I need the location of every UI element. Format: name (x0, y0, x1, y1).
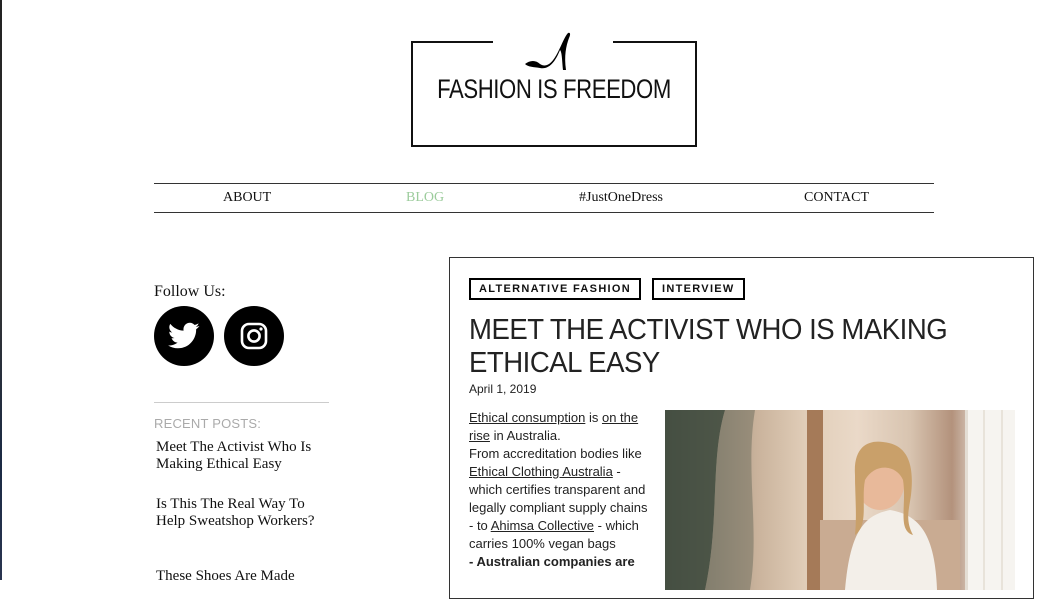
link-ethical-clothing-australia[interactable]: Ethical Clothing Australia (469, 464, 613, 479)
article-date: April 1, 2019 (469, 382, 537, 396)
nav-blog[interactable]: BLOG (406, 190, 444, 206)
recent-post-link[interactable]: Meet The Activist Who Is Making Ethical … (156, 439, 336, 473)
tag-interview[interactable]: INTERVIEW (652, 278, 745, 300)
site-title: FASHION IS FREEDOM (437, 74, 671, 104)
article-photo (665, 410, 1015, 590)
follow-us-label: Follow Us: (154, 283, 226, 300)
instagram-button[interactable] (224, 306, 284, 366)
recent-post-link[interactable]: Is This The Real Way To Help Sweatshop W… (156, 496, 336, 530)
link-ahimsa-collective[interactable]: Ahimsa Collective (491, 518, 594, 533)
logo-frame-top-left (411, 41, 493, 43)
link-ethical-consumption[interactable]: Ethical consumption (469, 410, 585, 425)
body-text: is (585, 410, 602, 425)
sidebar-divider (154, 402, 329, 403)
body-text: From accreditation bodies like (469, 446, 642, 461)
article-body: Ethical consumption is on the rise in Au… (469, 409, 651, 571)
body-text: in Australia. (489, 428, 561, 443)
main-nav: ABOUT BLOG #JustOneDress CONTACT (154, 183, 934, 213)
nav-justonedress[interactable]: #JustOneDress (579, 190, 663, 206)
body-text: - Australian companies are (469, 554, 635, 569)
instagram-icon (240, 322, 268, 350)
tag-alternative-fashion[interactable]: ALTERNATIVE FASHION (469, 278, 642, 300)
twitter-icon (168, 322, 200, 349)
high-heel-icon (525, 32, 571, 70)
logo-frame-top-right (613, 41, 695, 43)
article-card: ALTERNATIVE FASHION INTERVIEW MEET THE A… (449, 257, 1034, 599)
recent-posts-label: RECENT POSTS: (154, 416, 262, 431)
twitter-button[interactable] (154, 306, 214, 366)
article-title[interactable]: MEET THE ACTIVIST WHO IS MAKING ETHICAL … (469, 314, 982, 380)
recent-post-link[interactable]: These Shoes Are Made (156, 568, 336, 585)
photo-illustration (665, 410, 1015, 590)
window-edge (0, 0, 2, 580)
nav-contact[interactable]: CONTACT (804, 190, 869, 206)
nav-about[interactable]: ABOUT (223, 190, 271, 206)
